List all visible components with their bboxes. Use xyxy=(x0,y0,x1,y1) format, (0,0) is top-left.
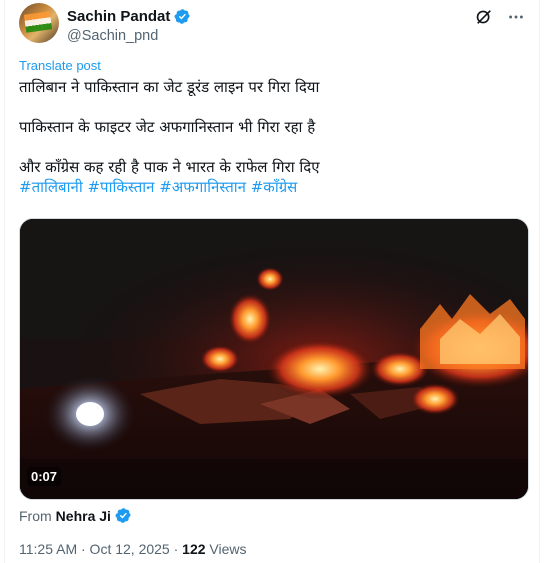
views-count: 122 xyxy=(182,541,206,557)
author-handle[interactable]: @Sachin_pnd xyxy=(67,28,158,44)
post-line-2: पाकिस्तान के फाइटर जेट अफगानिस्तान भी गि… xyxy=(19,118,316,136)
top-actions xyxy=(475,8,525,26)
tweet-card: Sachin Pandat @Sachin_pnd Translate post… xyxy=(4,0,540,563)
verified-badge-icon[interactable] xyxy=(174,8,191,25)
source-verified-badge-icon xyxy=(115,507,132,524)
more-icon[interactable] xyxy=(507,8,525,26)
avatar-flag-image xyxy=(23,11,53,33)
post-line-3: और कॉंग्रेस कह रही है पाक ने भारत के राफ… xyxy=(19,158,320,176)
author-name[interactable]: Sachin Pandat xyxy=(67,8,170,25)
author-row: Sachin Pandat xyxy=(67,8,191,25)
avatar[interactable] xyxy=(19,3,59,43)
source-attribution: From Nehra Ji xyxy=(19,507,132,524)
views-label: Views xyxy=(205,541,247,557)
post-line-1: तालिबान ने पाकिस्तान का जेट डूरंड लाइन प… xyxy=(19,78,320,96)
grok-icon[interactable] xyxy=(475,8,493,26)
translate-post-link[interactable]: Translate post xyxy=(19,58,101,73)
video-duration: 0:07 xyxy=(27,467,62,486)
video-player[interactable] xyxy=(19,218,529,500)
video-frame-image xyxy=(20,219,528,499)
post-timestamp[interactable]: 11:25 AM · Oct 12, 2025 · xyxy=(19,541,182,557)
source-prefix: From xyxy=(19,507,52,524)
post-hashtags[interactable]: #तालिबानी #पाकिस्तान #अफगानिस्तान #कॉंग्… xyxy=(19,177,529,197)
post-meta: 11:25 AM · Oct 12, 2025 · 122 Views xyxy=(19,541,247,557)
post-text: तालिबान ने पाकिस्तान का जेट डूरंड लाइन प… xyxy=(19,77,529,197)
source-name[interactable]: Nehra Ji xyxy=(56,508,111,524)
